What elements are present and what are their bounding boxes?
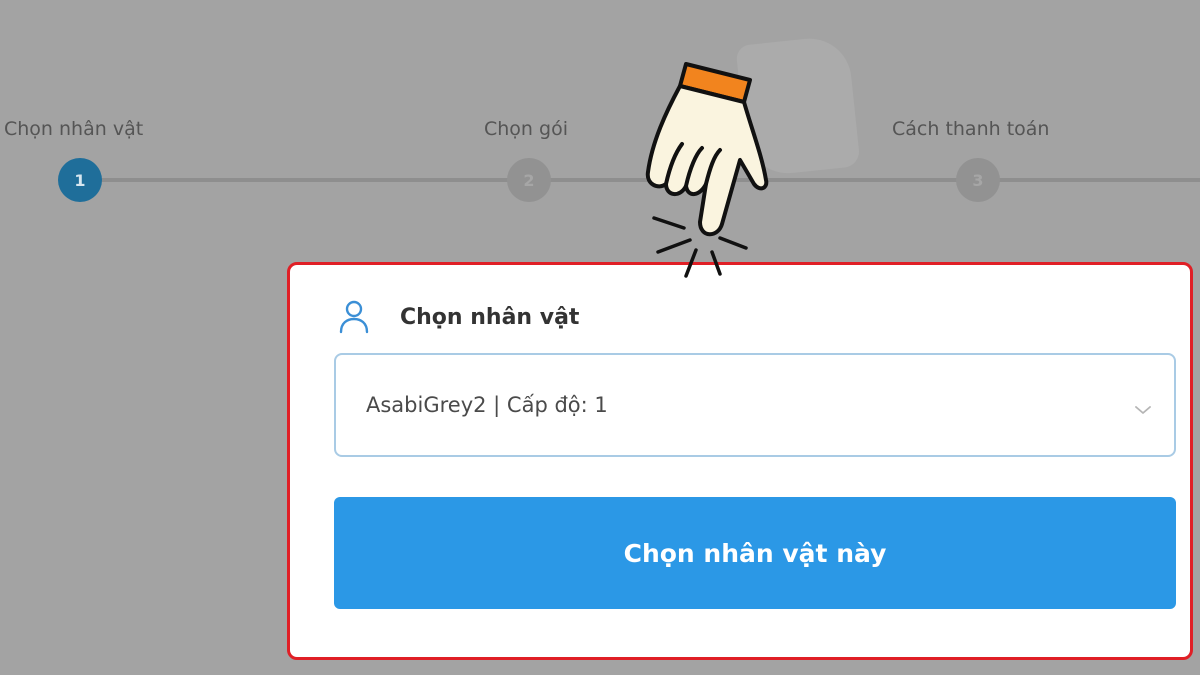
step-3-indicator[interactable]: 3 [956,158,1000,202]
character-select-value: AsabiGrey2 | Cấp độ: 1 [366,393,608,417]
select-character-button-label: Chọn nhân vật này [623,538,887,568]
step-1-label: Chọn nhân vật [4,118,144,140]
step-2-label: Chọn gói [484,118,568,140]
select-character-button[interactable]: Chọn nhân vật này [334,497,1176,609]
card-header: Chọn nhân vật [338,299,579,335]
character-select[interactable]: AsabiGrey2 | Cấp độ: 1 [334,353,1176,457]
step-1-indicator[interactable]: 1 [58,158,102,202]
stepper-track [78,178,1200,182]
step-2-indicator[interactable]: 2 [507,158,551,202]
card-title: Chọn nhân vật [400,304,580,330]
page: Chọn nhân vật 1 Chọn gói 2 Cách thanh to… [0,0,1200,675]
pointing-hand-icon [640,56,780,286]
user-icon [338,299,370,335]
step-3-label: Cách thanh toán [892,118,1050,140]
chevron-down-icon [1134,401,1152,414]
character-select-card: Chọn nhân vật AsabiGrey2 | Cấp độ: 1 Chọ… [287,262,1193,660]
